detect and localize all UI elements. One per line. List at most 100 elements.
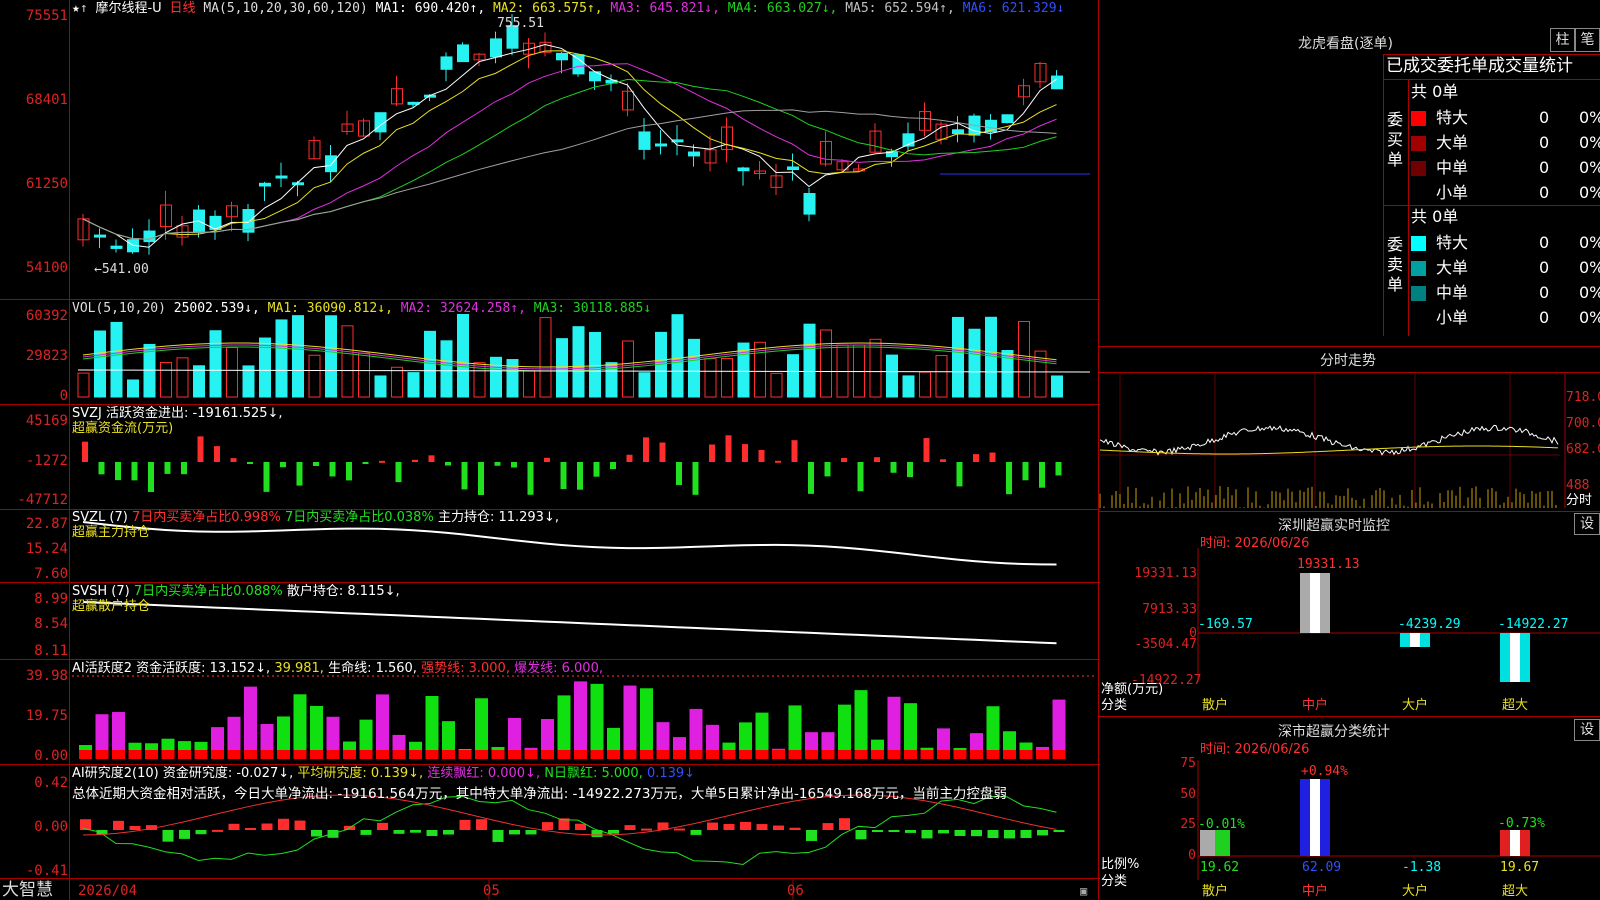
fund-flow-bar: [478, 462, 484, 495]
fund-flow-bar: [247, 462, 253, 464]
fund-flow-bar: [395, 462, 402, 483]
activity-base: [772, 750, 785, 759]
volume-bar: [985, 316, 997, 398]
activity-base: [145, 750, 158, 759]
classify-axis-label: 比例%: [1101, 857, 1140, 872]
research-bar: [954, 830, 966, 836]
volume-bar: [539, 317, 552, 398]
ai1-y-tick: 19.75: [25, 708, 68, 724]
monitor-y-tick: 19331.13: [1134, 566, 1197, 581]
fund-flow-bar: [1022, 462, 1029, 481]
order-percent: 0%: [1579, 233, 1600, 252]
activity-base: [887, 750, 901, 759]
volume-bar: [391, 366, 403, 398]
ai2-y-tick: 0.42: [34, 775, 68, 791]
activity-base: [557, 750, 571, 759]
monitor-bar-label: 19331.13: [1297, 557, 1360, 572]
lock-icon[interactable]: ▣: [1080, 883, 1087, 899]
activity-base: [1019, 750, 1033, 759]
volume-bar: [770, 372, 783, 398]
activity-base: [458, 750, 472, 759]
panel-divider: [0, 764, 1100, 765]
ma4-value: MA4: 663.027↓,: [727, 1, 838, 16]
activity-base: [623, 750, 637, 759]
activity-base: [673, 750, 686, 759]
ma6-value: MA6: 621.329↓: [962, 1, 1065, 16]
fund-flow-bar: [560, 462, 567, 490]
fund-flow-bar: [593, 462, 600, 477]
activity-base: [590, 750, 604, 759]
research-bar: [839, 818, 850, 830]
brand-logo[interactable]: 大智慧: [2, 880, 53, 900]
order-color-swatch: [1411, 261, 1426, 276]
kline-chart-area[interactable]: [0, 0, 1600, 900]
favorite-star-icon[interactable]: ★: [72, 1, 80, 16]
volume-bar: [968, 328, 981, 398]
classify-time: 时间: 2026/06/26: [1200, 742, 1310, 757]
volume-bar: [127, 379, 139, 398]
stock-terminal-window: ★↑ 摩尔线程-U 日线 MA(5,10,20,30,60,120) MA1: …: [0, 0, 1600, 900]
research-bar: [938, 830, 949, 834]
sell-orders-label: 委卖单: [1387, 235, 1404, 294]
tick-mode-button[interactable]: 笔: [1575, 28, 1600, 52]
research-bar: [261, 823, 273, 830]
monitor-cat: 中户: [1302, 698, 1329, 713]
monitor-settings-button[interactable]: 设: [1574, 513, 1600, 535]
candle-body: [655, 143, 667, 147]
intraday-corner[interactable]: 分时: [1566, 493, 1592, 509]
activity-base: [656, 750, 670, 759]
monitor-title: 深圳超赢实时监控: [1278, 518, 1390, 534]
activity-base: [937, 750, 950, 759]
fund-flow-bar: [626, 454, 633, 462]
ma-header: MA(5,10,20,30,60,120): [203, 1, 368, 16]
period-label[interactable]: 日线: [170, 1, 196, 16]
fund-flow-bar: [329, 462, 336, 477]
activity-bar: [475, 698, 488, 759]
svzl-header: SVZL (7) 7日内买卖净占比0.998% 7日内买卖净占比0.038% 主…: [72, 510, 559, 525]
volume-bar: [952, 316, 964, 398]
research-bar: [294, 820, 306, 830]
research-bar: [888, 830, 900, 832]
activity-base: [722, 750, 736, 759]
classify-settings-button[interactable]: 设: [1574, 719, 1600, 741]
svzl-y-tick: 22.87: [25, 516, 68, 532]
classify-bar-retail-inner: [1215, 830, 1230, 856]
order-percent: 0%: [1579, 308, 1600, 327]
intraday-y-tick: 682.0: [1566, 442, 1600, 457]
ai1-y-tick: 39.98: [25, 668, 68, 684]
activity-base: [227, 750, 241, 759]
svzl-y-tick: 15.24: [25, 541, 68, 557]
axis-divider: [69, 0, 70, 900]
volume-bar: [523, 370, 535, 398]
bar-mode-button[interactable]: 柱: [1550, 28, 1575, 52]
order-type: 中单: [1436, 283, 1469, 302]
fund-flow-bar: [890, 462, 897, 473]
volume-bar: [440, 340, 453, 398]
fund-flow-bar: [197, 436, 204, 462]
activity-base: [178, 750, 191, 759]
candle-body: [803, 193, 816, 215]
activity-base: [194, 750, 208, 759]
activity-base: [1036, 750, 1049, 759]
activity-base: [986, 750, 1000, 759]
activity-bar: [425, 696, 439, 759]
svzj-sub: 超赢资金流(万元): [72, 421, 174, 436]
fund-flow-bar: [82, 441, 88, 462]
vol-ma-line: [82, 346, 1057, 372]
intraday-box: [1099, 372, 1600, 373]
activity-base: [871, 750, 884, 759]
monitor-y-tick: 7913.33: [1142, 602, 1197, 617]
stock-name[interactable]: 摩尔线程-U: [95, 1, 161, 16]
buy-row-3: 小单 0 0%: [1409, 181, 1600, 205]
volume-bar: [209, 330, 222, 398]
fund-flow-bar: [379, 460, 385, 463]
monitor-bar-label: -14922.27: [1498, 617, 1569, 632]
intraday-price-line: [1099, 424, 1559, 456]
price-header: ★↑ 摩尔线程-U 日线 MA(5,10,20,30,60,120) MA1: …: [72, 1, 1065, 16]
volume-bar: [226, 347, 238, 398]
volume-bar: [358, 352, 370, 398]
activity-base: [541, 750, 554, 759]
volume-bar: [902, 375, 915, 398]
volume-bar: [787, 354, 799, 398]
research-bar: [773, 825, 784, 830]
